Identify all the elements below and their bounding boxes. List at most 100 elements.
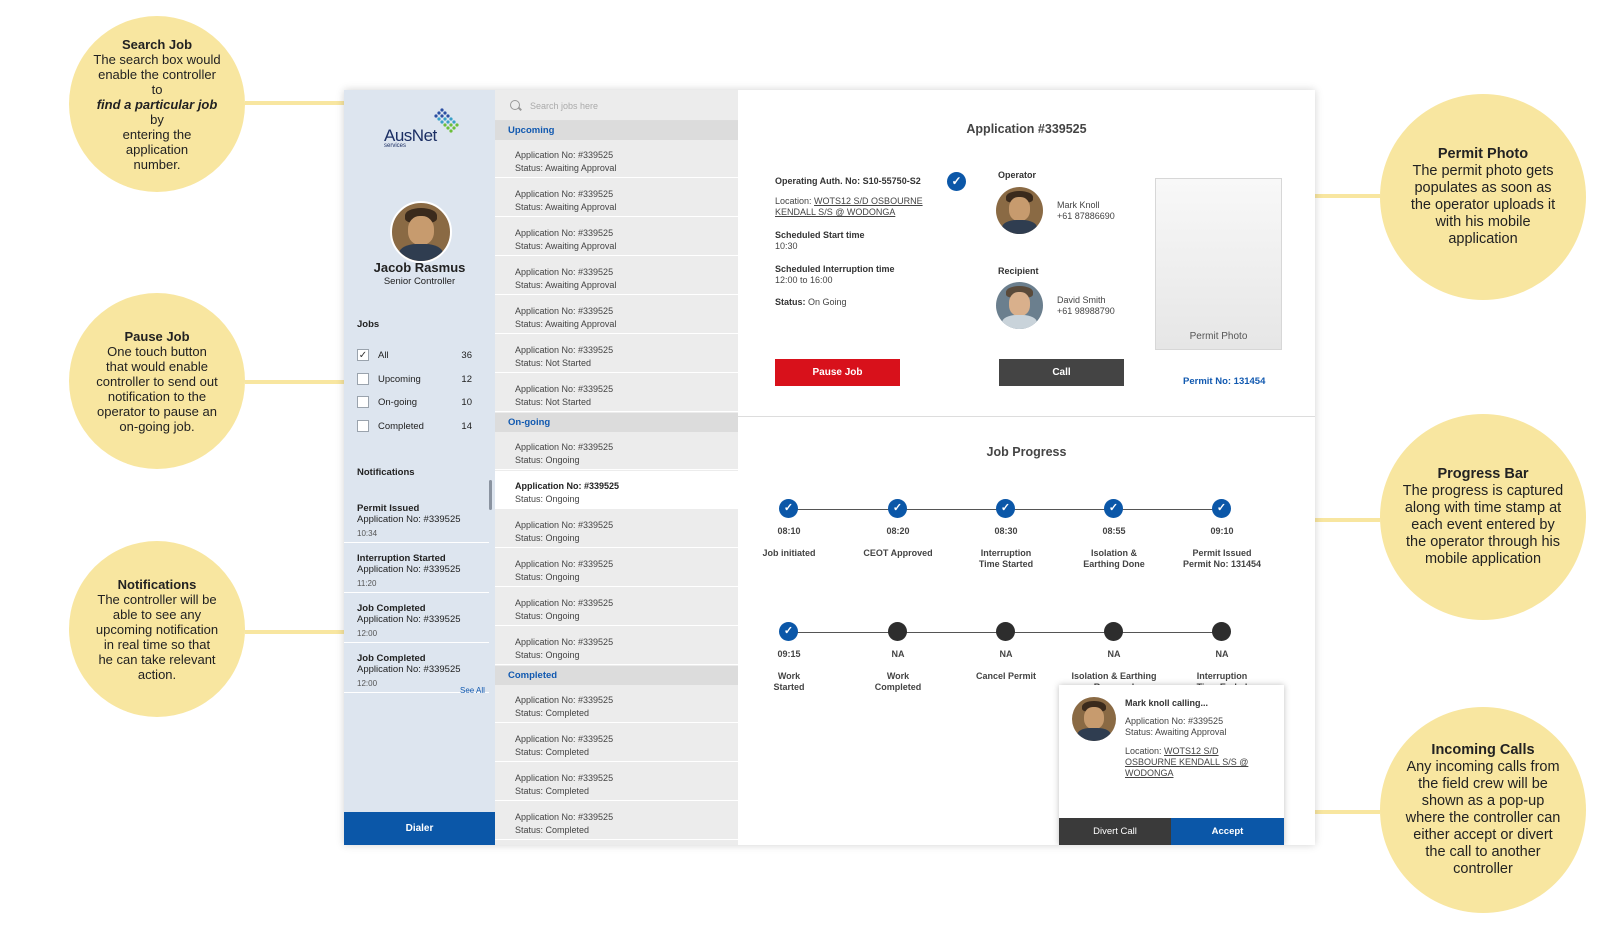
verified-check-icon: ✓ bbox=[947, 172, 966, 191]
job-item[interactable]: Application No: #339525 Status: Completed bbox=[495, 763, 738, 801]
step-label-line: Job initiated bbox=[762, 548, 816, 558]
divert-call-button[interactable]: Divert Call bbox=[1059, 818, 1171, 845]
job-item[interactable]: Application No: #339525 Status: Ongoing bbox=[495, 510, 738, 548]
job-item[interactable]: Application No: #339525 Status: Ongoing bbox=[495, 549, 738, 587]
step-label-line: Completed bbox=[874, 682, 922, 692]
step-label-line: Cancel Permit bbox=[975, 671, 1037, 681]
accept-call-button[interactable]: Accept bbox=[1171, 818, 1284, 845]
dialer-button[interactable]: Dialer bbox=[344, 812, 495, 845]
progress-pending-icon bbox=[996, 622, 1015, 641]
progress-done-icon: ✓ bbox=[779, 622, 798, 641]
annotation-body: The permit photo gets populates as soon … bbox=[1410, 163, 1556, 247]
job-status: Status: Awaiting Approval bbox=[515, 163, 617, 173]
see-all-link[interactable]: See All bbox=[460, 686, 485, 695]
jobs-section-title: Jobs bbox=[357, 319, 380, 330]
notification-title: Permit Issued bbox=[357, 503, 420, 514]
step-label-line: Interruption bbox=[980, 548, 1032, 558]
job-item[interactable]: Application No: #339525 Status: Ongoing bbox=[495, 627, 738, 665]
job-item[interactable]: Application No: #339525 Status: Completed bbox=[495, 685, 738, 723]
job-app: Application No: #339525 bbox=[515, 345, 614, 355]
location-link-line1[interactable]: WOTS12 S/D OSBOURNE bbox=[814, 196, 923, 206]
checkbox-icon[interactable] bbox=[357, 420, 369, 432]
caller-name: Mark knoll calling... bbox=[1125, 698, 1209, 708]
notifications-scrollbar[interactable] bbox=[489, 480, 492, 510]
notification-item[interactable]: Permit Issued Application No: #339525 10… bbox=[344, 493, 489, 543]
job-status: Status: Completed bbox=[515, 786, 590, 796]
application-title: Application #339525 bbox=[966, 122, 1087, 136]
group-upcoming: Upcoming bbox=[495, 121, 738, 140]
step-label-line: Isolation & Earthing bbox=[1071, 671, 1157, 681]
start-value: 10:30 bbox=[775, 241, 798, 251]
job-item[interactable]: Application No: #339525 Status: Awaiting … bbox=[495, 296, 738, 334]
annotation-title: Search Job bbox=[121, 36, 193, 52]
notification-item[interactable]: Job Completed Application No: #339525 12… bbox=[344, 593, 489, 643]
recipient-phone: +61 98988790 bbox=[1057, 306, 1115, 316]
annotation-search-job: Search Job The search box would enable t… bbox=[69, 16, 245, 192]
job-app: Application No: #339525 bbox=[515, 734, 614, 744]
pause-job-button[interactable]: Pause Job bbox=[775, 359, 900, 386]
job-app: Application No: #339525 bbox=[515, 267, 614, 277]
job-item-selected[interactable]: Application No: #339525 Status: Ongoing bbox=[495, 471, 738, 509]
step-label-line: CEOT Approved bbox=[863, 548, 933, 558]
job-status: Status: Awaiting Approval bbox=[515, 280, 617, 290]
permit-number-link[interactable]: Permit No: 131454 bbox=[1183, 376, 1265, 387]
checkbox-icon[interactable] bbox=[357, 373, 369, 385]
annotation-after: by bbox=[150, 111, 164, 127]
annotation-line: The search box would bbox=[93, 51, 221, 67]
step-time: NA bbox=[1215, 649, 1229, 659]
filter-count: 10 bbox=[461, 397, 472, 408]
search-input[interactable] bbox=[528, 97, 727, 115]
checkbox-icon[interactable] bbox=[357, 396, 369, 408]
step-label: CEOT Approved bbox=[848, 548, 948, 559]
job-item[interactable]: Application No: #339525 Status: Completed bbox=[495, 802, 738, 840]
job-app: Application No: #339525 bbox=[515, 598, 614, 608]
job-item[interactable]: Application No: #339525 Status: Not Start… bbox=[495, 374, 738, 412]
job-item[interactable]: Application No: #339525 Status: Ongoing bbox=[495, 588, 738, 626]
job-status: Status: Completed bbox=[515, 825, 590, 835]
progress-done-icon: ✓ bbox=[1212, 499, 1231, 518]
annotation-line: number. bbox=[133, 156, 181, 172]
section-divider bbox=[738, 416, 1315, 417]
call-location-label: Location: bbox=[1125, 746, 1162, 756]
location: Location: WOTS12 S/D OSBOURNE KENDALL S/… bbox=[775, 196, 923, 218]
checkbox-checked-icon[interactable]: ✓ bbox=[357, 349, 369, 361]
filter-completed[interactable]: Completed 14 bbox=[357, 420, 472, 434]
sidebar: AusNet services Jacob Rasmus Senior Cont… bbox=[344, 90, 495, 845]
job-status: Status: Completed bbox=[515, 747, 590, 757]
notification-item[interactable]: Interruption Started Application No: #33… bbox=[344, 543, 489, 593]
annotation-title: Incoming Calls bbox=[1431, 742, 1535, 758]
notification-app: Application No: #339525 bbox=[357, 614, 461, 625]
location-link-line2[interactable]: KENDALL S/S @ WODONGA bbox=[775, 207, 895, 217]
step-time: NA bbox=[891, 649, 905, 659]
group-ongoing: On-going bbox=[495, 413, 738, 432]
recipient-name: David Smith bbox=[1057, 295, 1106, 305]
permit-photo[interactable]: Permit Photo bbox=[1155, 178, 1282, 350]
step-time: 08:20 bbox=[886, 526, 910, 536]
operator-avatar bbox=[996, 187, 1043, 234]
user-avatar[interactable] bbox=[390, 201, 452, 263]
filter-upcoming[interactable]: Upcoming 12 bbox=[357, 373, 472, 387]
call-button[interactable]: Call bbox=[999, 359, 1124, 386]
status-label: Status: bbox=[775, 297, 806, 307]
job-item[interactable]: Application No: #339525 Status: Awaiting … bbox=[495, 257, 738, 295]
job-item[interactable]: Application No: #339525 Status: Awaiting … bbox=[495, 140, 738, 178]
progress-pending-icon bbox=[888, 622, 907, 641]
job-status: Status: Awaiting Approval bbox=[515, 319, 617, 329]
scheduled-interruption: Scheduled Interruption time 12:00 to 16:… bbox=[775, 264, 895, 286]
filter-label: Completed bbox=[378, 421, 424, 432]
job-item[interactable]: Application No: #339525 Status: Ongoing bbox=[495, 432, 738, 470]
filter-all[interactable]: ✓ All 36 bbox=[357, 349, 472, 363]
search-bar bbox=[495, 90, 738, 121]
job-item[interactable]: Application No: #339525 Status: Awaiting … bbox=[495, 218, 738, 256]
job-item[interactable]: Application No: #339525 Status: Completed bbox=[495, 724, 738, 762]
progress-done-icon: ✓ bbox=[888, 499, 907, 518]
step-label-line: Work bbox=[777, 671, 801, 681]
job-item[interactable]: Application No: #339525 Status: Not Start… bbox=[495, 335, 738, 373]
group-completed: Completed bbox=[495, 666, 738, 685]
job-status: Status: Ongoing bbox=[515, 455, 580, 465]
filter-ongoing[interactable]: On-going 10 bbox=[357, 396, 472, 410]
progress-done-icon: ✓ bbox=[779, 499, 798, 518]
notification-time: 12:00 bbox=[357, 679, 378, 688]
step-time: NA bbox=[1107, 649, 1121, 659]
job-item[interactable]: Application No: #339525 Status: Awaiting … bbox=[495, 179, 738, 217]
